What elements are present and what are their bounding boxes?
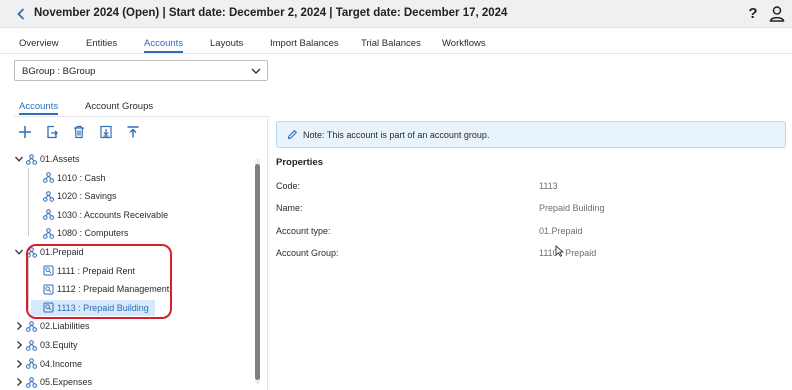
tree-group-node[interactable]: 04.Income: [14, 356, 82, 372]
code-label: Code:: [276, 181, 301, 191]
tree-account-node[interactable]: 1113 : Prepaid Building: [31, 299, 155, 316]
tree-node-label: 1030 : Accounts Receivable: [57, 209, 169, 220]
tree-guide-line: [28, 168, 29, 236]
chevron-down-icon[interactable]: [14, 154, 24, 164]
tab-workflows[interactable]: Workflows: [442, 38, 486, 53]
hierarchy-icon: [43, 209, 54, 221]
chevron-right-icon[interactable]: [14, 321, 24, 331]
account-search-icon: [43, 265, 54, 276]
tab-overview[interactable]: Overview: [19, 38, 59, 53]
add-icon[interactable]: [18, 125, 32, 139]
tab-entities[interactable]: Entities: [86, 38, 117, 53]
group-select[interactable]: BGroup : BGroup: [14, 60, 268, 81]
delete-icon[interactable]: [72, 125, 86, 139]
chevron-down-icon: [251, 66, 261, 76]
help-icon[interactable]: ?: [744, 5, 762, 23]
subtab-account-groups[interactable]: Account Groups: [85, 101, 153, 115]
tab-import-balances[interactable]: Import Balances: [270, 38, 339, 53]
pencil-icon: [287, 129, 298, 140]
chevron-right-icon[interactable]: [14, 377, 24, 387]
tree-node-label: 1010 : Cash: [57, 172, 106, 183]
chevron-down-icon[interactable]: [14, 247, 24, 257]
name-label: Name:: [276, 203, 303, 213]
account-group-note: Note: This account is part of an account…: [276, 121, 786, 148]
tree-node-label: 01.Prepaid: [40, 247, 84, 257]
mouse-cursor-icon: [555, 245, 565, 257]
tree-group-node[interactable]: 02.Liabilities: [14, 318, 90, 334]
chevron-right-icon[interactable]: [14, 359, 24, 369]
tree-account-node[interactable]: 1112 : Prepaid Management: [31, 281, 169, 297]
tree-node-label: 1020 : Savings: [57, 191, 117, 202]
tree-scrollbar-thumb[interactable]: [255, 164, 260, 380]
group-select-value: BGroup : BGroup: [22, 66, 96, 77]
details-pane: [267, 118, 792, 390]
hierarchy-icon: [26, 376, 37, 388]
hierarchy-icon: [26, 339, 37, 351]
note-text: Note: This account is part of an account…: [303, 130, 490, 140]
hierarchy-icon: [26, 246, 37, 258]
main-tabs: Overview Entities Accounts Layouts Impor…: [0, 38, 792, 54]
tree-node-label: 01.Assets: [40, 154, 80, 164]
tree-node-label: 03.Equity: [40, 340, 78, 350]
download-icon[interactable]: [99, 125, 113, 139]
top-bar: November 2024 (Open) | Start date: Decem…: [0, 0, 792, 28]
tree-node-label: 05.Expenses: [40, 377, 93, 388]
tree-node-label: 1080 : Computers: [57, 228, 129, 239]
export-icon[interactable]: [45, 125, 59, 139]
tab-accounts[interactable]: Accounts: [144, 38, 184, 53]
tree-node-label: 1113 : Prepaid Building: [57, 302, 149, 313]
tree-group-node[interactable]: 03.Equity: [14, 337, 78, 353]
properties-title: Properties: [276, 157, 323, 168]
tab-layouts[interactable]: Layouts: [210, 38, 243, 53]
tree-account-node[interactable]: 1030 : Accounts Receivable: [31, 207, 168, 223]
upload-icon[interactable]: [126, 125, 140, 139]
account-type-label: Account type:: [276, 226, 331, 236]
hierarchy-icon: [26, 321, 37, 332]
tab-trial-balances[interactable]: Trial Balances: [361, 38, 421, 53]
subtab-accounts[interactable]: Accounts: [19, 101, 59, 115]
page-title: November 2024 (Open) | Start date: Decem…: [34, 7, 508, 19]
subtab-divider: [14, 116, 270, 117]
tree-node-label: 1111 : Prepaid Rent: [57, 265, 136, 276]
account-group-label: Account Group:: [276, 248, 339, 258]
tree-account-node[interactable]: 1010 : Cash: [31, 170, 106, 186]
hierarchy-icon: [43, 228, 54, 239]
tree-account-node[interactable]: 1080 : Computers: [31, 225, 129, 241]
tree-account-node[interactable]: 1020 : Savings: [31, 188, 117, 204]
back-chevron-icon[interactable]: [14, 6, 28, 22]
chevron-right-icon[interactable]: [14, 340, 24, 350]
tree-group-node[interactable]: 01.Prepaid: [14, 244, 84, 260]
hierarchy-icon: [43, 172, 54, 183]
tree-node-label: 02.Liabilities: [40, 321, 90, 332]
account-group-value: 1110 : Prepaid: [539, 248, 597, 258]
hierarchy-icon: [26, 153, 37, 165]
code-value: 1113: [539, 181, 558, 191]
account-type-value: 01.Prepaid: [539, 226, 583, 236]
hierarchy-icon: [43, 190, 54, 202]
tree-group-node[interactable]: 05.Expenses: [14, 374, 92, 390]
tree-account-node[interactable]: 1111 : Prepaid Rent: [31, 263, 135, 279]
tree-node-label: 04.Income: [40, 358, 83, 369]
name-value: Prepaid Building: [539, 203, 605, 213]
account-search-icon: [43, 284, 54, 295]
tree-node-label: 1112 : Prepaid Management: [57, 284, 170, 295]
tree-guide-line: [28, 259, 29, 309]
user-icon[interactable]: [768, 5, 786, 23]
account-search-icon: [43, 302, 54, 313]
tree-group-node[interactable]: 01.Assets: [14, 151, 80, 167]
hierarchy-icon: [26, 358, 37, 369]
